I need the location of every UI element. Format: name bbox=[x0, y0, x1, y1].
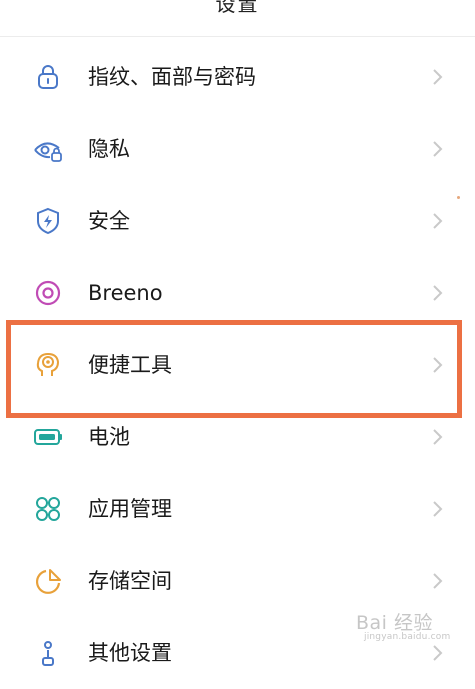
watermark-logo: Bai 经验 bbox=[356, 612, 433, 634]
lock-icon bbox=[33, 62, 63, 92]
settings-item-label: 其他设置 bbox=[88, 641, 172, 665]
speck bbox=[457, 196, 460, 199]
settings-item-label: 应用管理 bbox=[88, 497, 172, 521]
settings-item-security[interactable]: 安全 bbox=[0, 185, 475, 257]
apps-grid-icon bbox=[33, 494, 63, 524]
chevron-right-icon bbox=[430, 427, 444, 447]
chevron-right-icon bbox=[430, 211, 444, 231]
other-settings-icon bbox=[33, 638, 63, 668]
settings-item-label: 指纹、面部与密码 bbox=[88, 65, 256, 89]
settings-item-label: Breeno bbox=[88, 281, 163, 305]
breeno-ring-icon bbox=[33, 278, 63, 308]
settings-item-breeno[interactable]: Breeno bbox=[0, 257, 475, 329]
page-title: 设置 bbox=[215, 0, 260, 16]
storage-pie-icon bbox=[33, 566, 63, 596]
settings-item-privacy[interactable]: 隐私 bbox=[0, 113, 475, 185]
settings-item-label: 存储空间 bbox=[88, 569, 172, 593]
privacy-eye-lock-icon bbox=[33, 135, 63, 165]
chevron-right-icon bbox=[430, 139, 444, 159]
highlight-box bbox=[6, 320, 462, 418]
watermark-url: jingyan.baidu.com bbox=[364, 632, 451, 642]
top-bar: 设置 bbox=[0, 0, 475, 37]
chevron-right-icon bbox=[430, 67, 444, 87]
chevron-right-icon bbox=[430, 571, 444, 591]
settings-item-label: 隐私 bbox=[88, 137, 130, 161]
chevron-right-icon bbox=[430, 499, 444, 519]
shield-bolt-icon bbox=[33, 206, 63, 236]
chevron-right-icon bbox=[430, 283, 444, 303]
watermark: Bai 经验 jingyan.baidu.com bbox=[356, 606, 466, 650]
settings-item-label: 安全 bbox=[88, 209, 130, 233]
settings-item-label: 电池 bbox=[88, 425, 130, 449]
battery-icon bbox=[33, 422, 63, 452]
settings-item-app-management[interactable]: 应用管理 bbox=[0, 473, 475, 545]
settings-item-fingerprint-face-password[interactable]: 指纹、面部与密码 bbox=[0, 41, 475, 113]
